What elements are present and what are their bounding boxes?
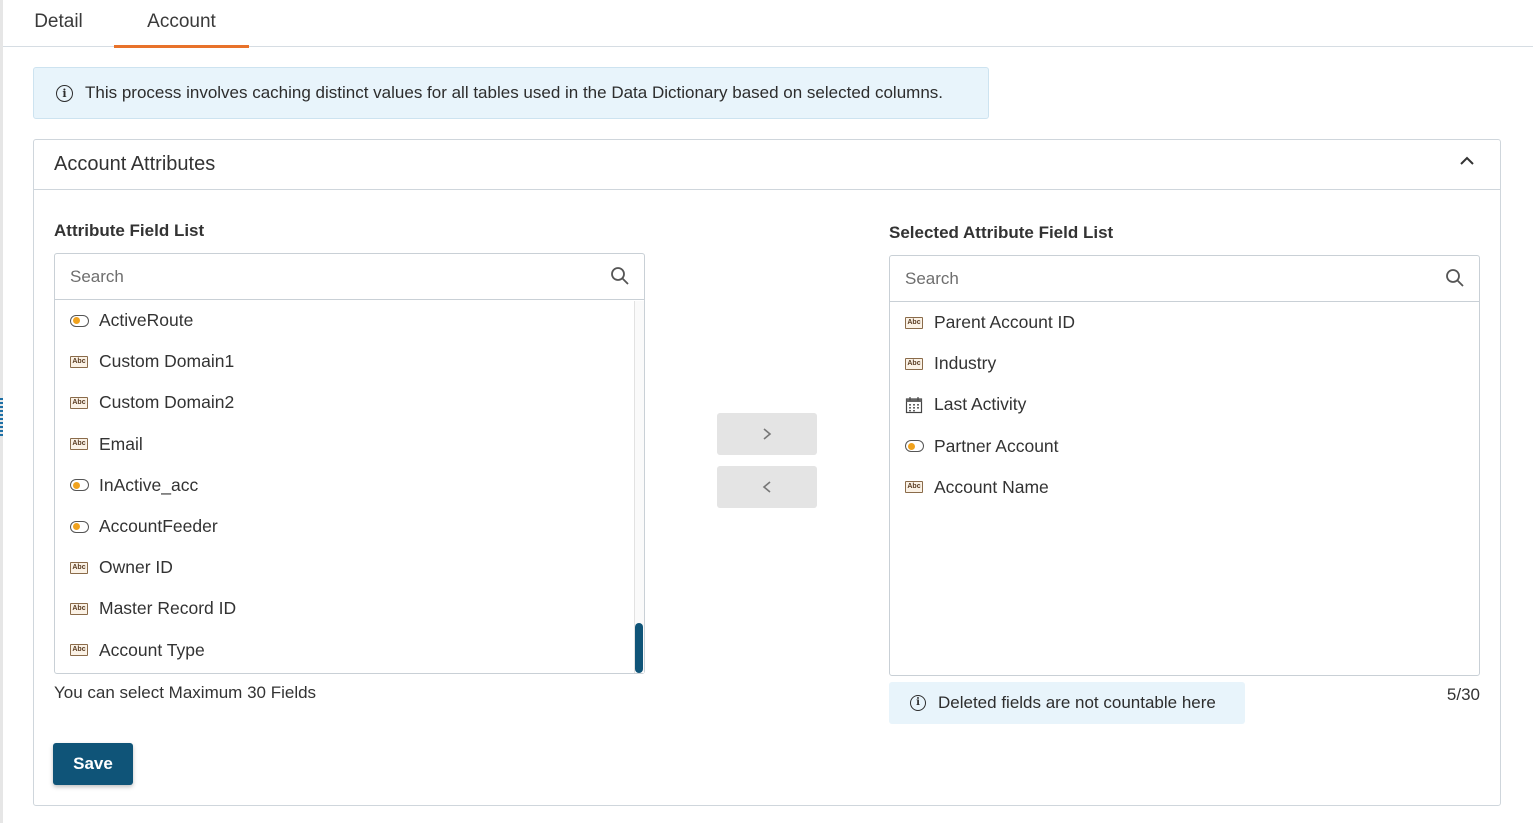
search-icon[interactable] bbox=[1445, 268, 1465, 288]
list-item[interactable]: ActiveRoute bbox=[55, 300, 644, 341]
info-icon: i bbox=[56, 84, 73, 102]
attribute-items: ActiveRoute Abc Custom Domain1 Abc Custom … bbox=[55, 300, 644, 671]
text-abc-icon: Abc bbox=[70, 602, 88, 615]
max-fields-hint: You can select Maximum 30 Fields bbox=[54, 683, 317, 702]
attribute-field-list-title: Attribute Field List bbox=[54, 221, 205, 240]
attribute-search-input[interactable] bbox=[55, 254, 644, 299]
attribute-field-list: ActiveRoute AbcCustom Domain1 AbcCustom … bbox=[54, 253, 645, 674]
list-item[interactable]: Abc Industry bbox=[890, 343, 1479, 384]
list-item[interactable]: AccountFeeder bbox=[55, 506, 644, 547]
toggle-icon bbox=[904, 440, 924, 453]
move-left-button[interactable] bbox=[717, 466, 817, 508]
info-icon: i bbox=[910, 695, 926, 711]
toggle-icon bbox=[69, 520, 89, 533]
chevron-right-icon bbox=[763, 428, 772, 440]
text-abc-icon: Abc bbox=[70, 644, 88, 657]
list-item[interactable]: InActive_acc bbox=[55, 465, 644, 506]
selected-count: 5/30 bbox=[1446, 685, 1480, 704]
deleted-fields-note-text: Deleted fields are not countable here bbox=[938, 693, 1216, 712]
list-item[interactable]: Abc Owner ID bbox=[55, 547, 644, 588]
selected-field-list-title: Selected Attribute Field List bbox=[889, 223, 1114, 242]
chevron-up-icon[interactable] bbox=[1456, 150, 1478, 172]
text-abc-icon: Abc bbox=[70, 396, 88, 409]
text-abc-icon: Abc bbox=[70, 355, 88, 368]
search-icon[interactable] bbox=[610, 266, 630, 286]
list-item[interactable]: Abc Account Name bbox=[890, 467, 1479, 508]
panel-header[interactable]: Account Attributes bbox=[34, 140, 1500, 190]
toggle-icon bbox=[69, 479, 89, 492]
calendar-icon bbox=[905, 396, 923, 414]
list-item[interactable]: Abc Master Record ID bbox=[55, 588, 644, 629]
list-item[interactable]: Abc Parent Account ID bbox=[890, 302, 1479, 343]
text-abc-icon: Abc bbox=[905, 316, 923, 329]
text-abc-icon: Abc bbox=[905, 481, 923, 494]
attribute-search-box bbox=[55, 254, 644, 300]
list-item[interactable]: Abc Account Type bbox=[55, 630, 644, 671]
text-abc-icon: Abc bbox=[70, 561, 88, 574]
selected-field-list: AbcParent Account ID AbcIndustry Last Ac… bbox=[889, 255, 1480, 676]
tab-detail[interactable]: Detail bbox=[3, 0, 114, 47]
list-item[interactable]: Abc Email bbox=[55, 424, 644, 465]
side-resize-handle[interactable] bbox=[0, 398, 3, 438]
list-item[interactable]: Partner Account bbox=[890, 426, 1479, 467]
tab-bar: Detail Account bbox=[3, 0, 1533, 48]
selected-search-input[interactable] bbox=[890, 256, 1479, 301]
list-item[interactable]: Abc Custom Domain2 bbox=[55, 382, 644, 423]
deleted-fields-note: i Deleted fields are not countable here bbox=[889, 682, 1245, 724]
chevron-left-icon bbox=[762, 481, 771, 493]
list-scrollbar-thumb[interactable] bbox=[635, 623, 643, 673]
info-banner: i This process involves caching distinct… bbox=[33, 67, 989, 119]
toggle-icon bbox=[69, 314, 89, 327]
account-attributes-panel: Account Attributes Attribute Field List … bbox=[33, 139, 1501, 806]
info-banner-text: This process involves caching distinct v… bbox=[85, 83, 943, 102]
save-button[interactable]: Save bbox=[53, 743, 133, 785]
move-right-button[interactable] bbox=[717, 413, 817, 455]
selected-search-box bbox=[890, 256, 1479, 302]
list-item[interactable]: Abc Custom Domain1 bbox=[55, 341, 644, 382]
list-scrollbar-track[interactable] bbox=[634, 301, 644, 673]
text-abc-icon: Abc bbox=[70, 438, 88, 451]
tab-account[interactable]: Account bbox=[114, 0, 249, 48]
text-abc-icon: Abc bbox=[905, 357, 923, 370]
selected-items: Abc Parent Account ID Abc Industry Last Ac… bbox=[890, 302, 1479, 508]
list-item[interactable]: Last Activity bbox=[890, 384, 1479, 425]
panel-title: Account Attributes bbox=[54, 153, 216, 175]
